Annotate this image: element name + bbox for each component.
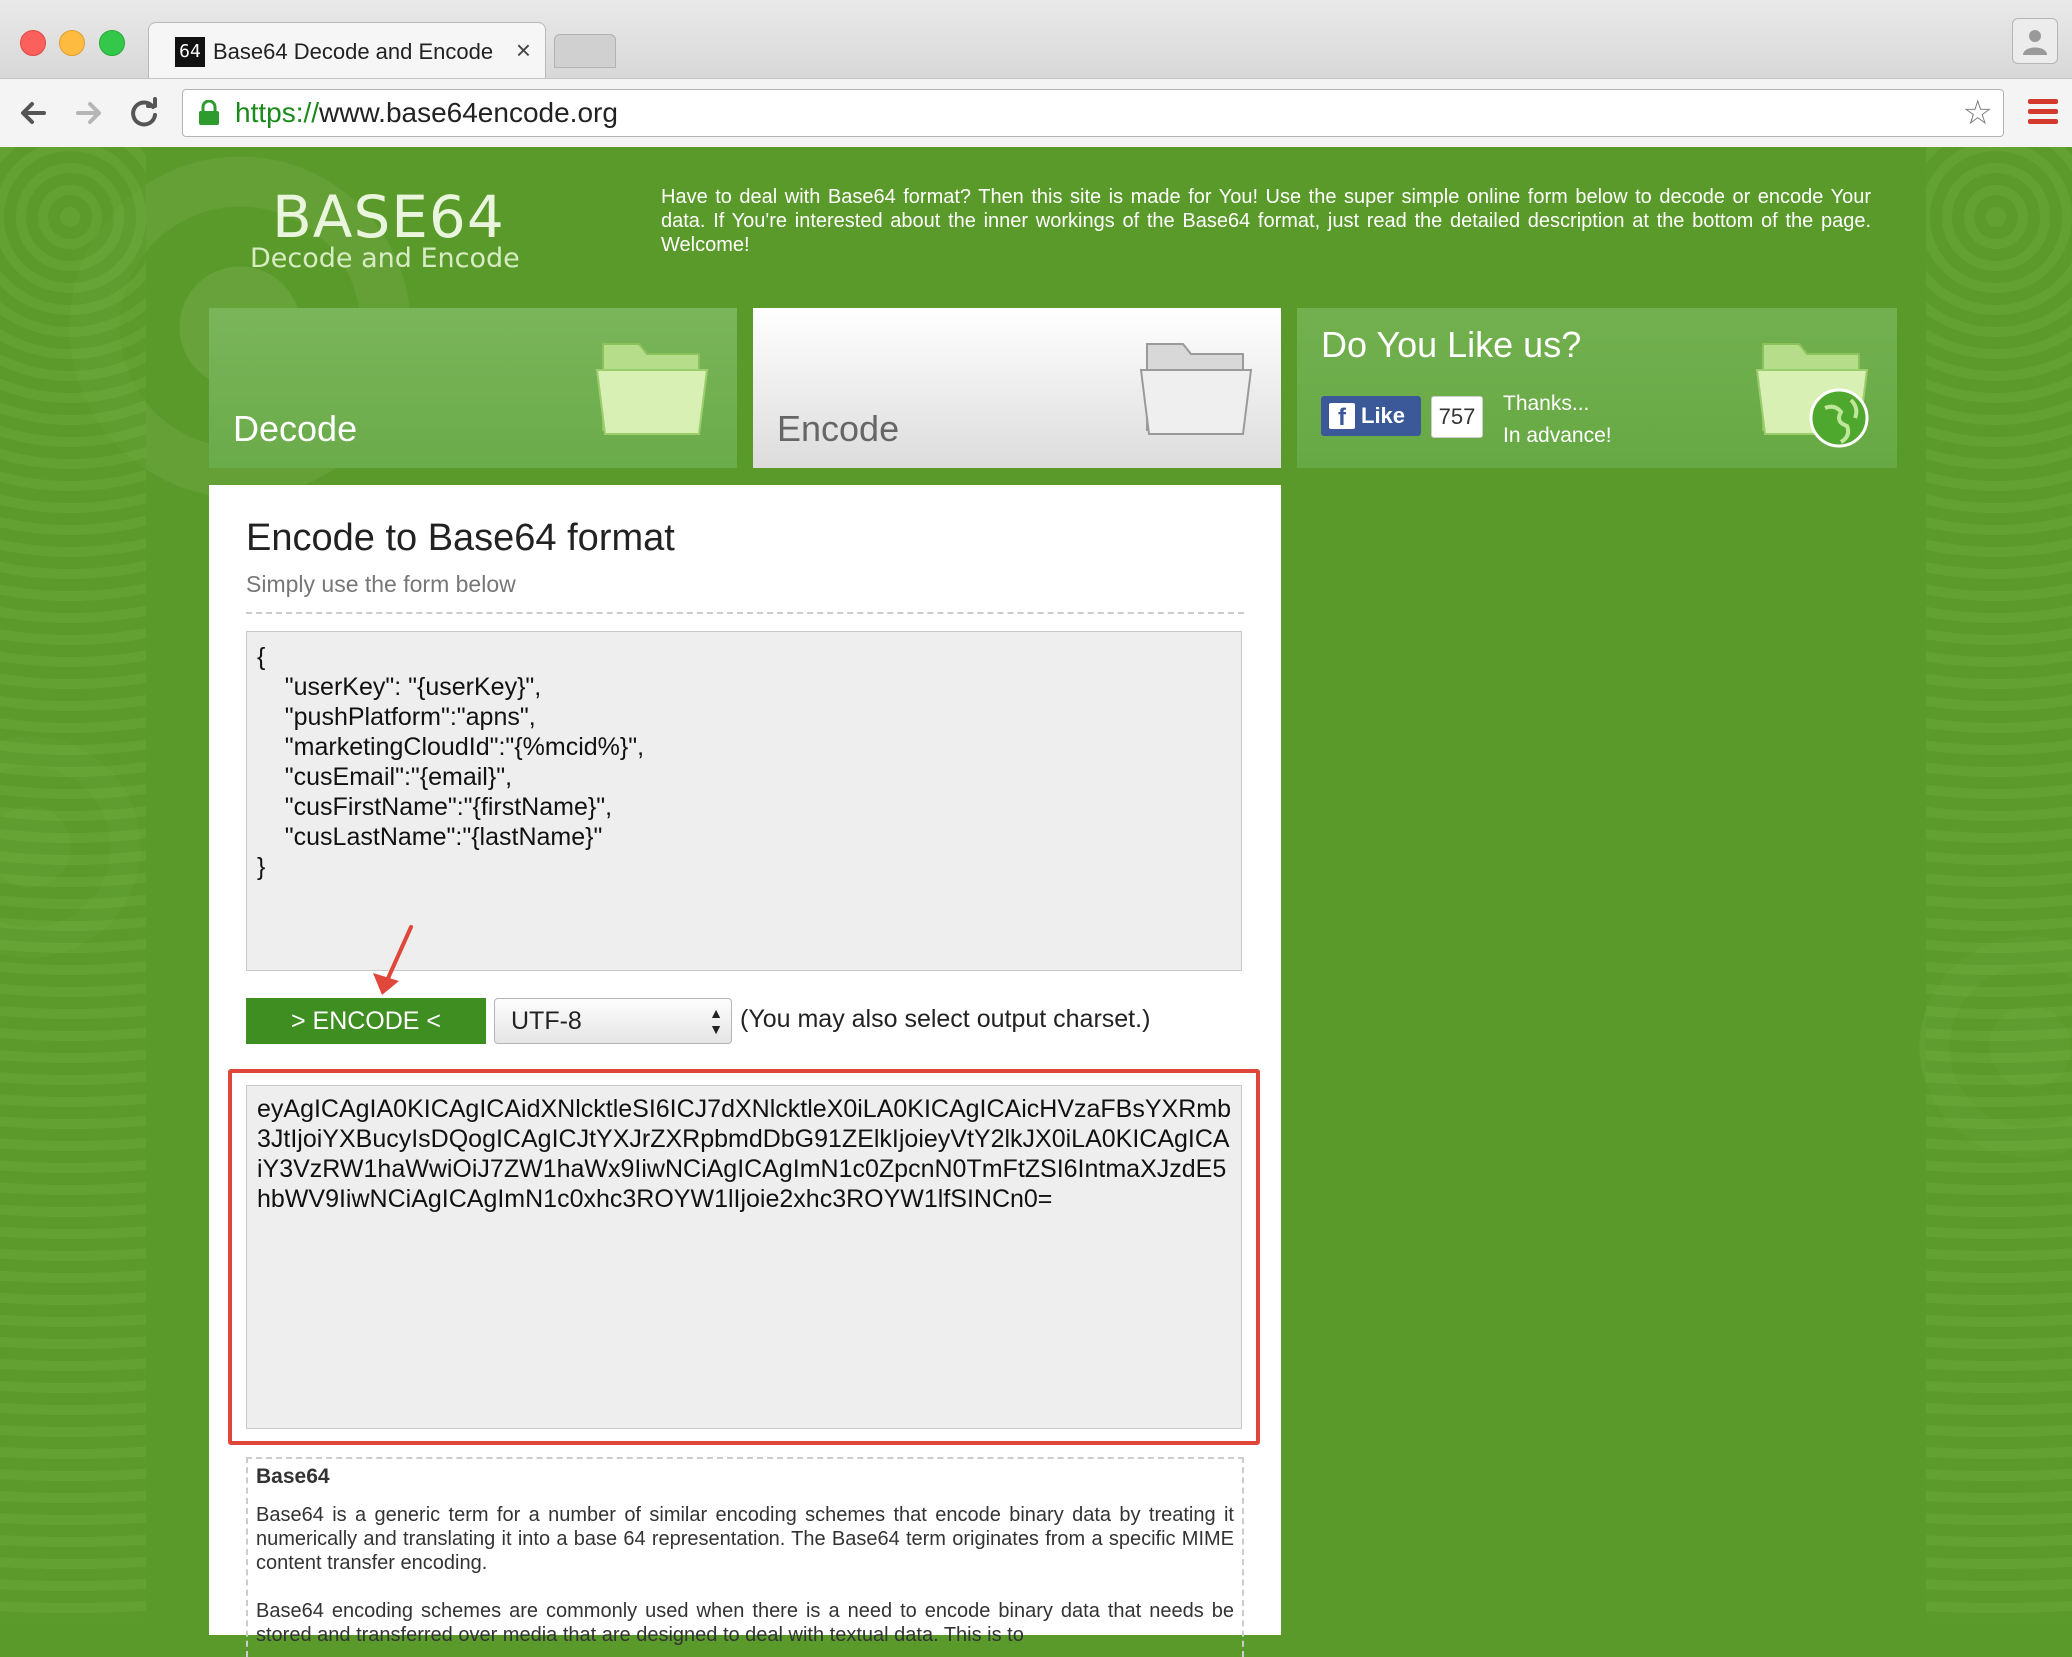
annotation-arrow-icon xyxy=(373,925,413,995)
facebook-like-label: Like xyxy=(1361,403,1406,428)
input-textarea[interactable]: { "userKey": "{userKey}", "pushPlatform"… xyxy=(246,631,1242,971)
output-textarea[interactable]: eyAgICAgIA0KICAgICAidXNlcktleSI6ICJ7dXNl… xyxy=(246,1085,1242,1429)
encode-button[interactable]: > ENCODE < xyxy=(246,998,486,1044)
description-section: Base64 Base64 is a generic term for a nu… xyxy=(246,1457,1244,1657)
page-title: Encode to Base64 format xyxy=(246,517,675,559)
folder-icon xyxy=(595,343,709,435)
url-text: https://www.base64encode.org xyxy=(235,98,618,128)
minimize-window-button[interactable] xyxy=(59,30,85,56)
back-arrow-icon xyxy=(21,102,46,124)
url-host: www.base64encode.org xyxy=(319,97,618,128)
description-paragraph: Base64 encoding schemes are commonly use… xyxy=(256,1600,1234,1646)
address-bar[interactable]: https://www.base64encode.org ☆ xyxy=(182,89,2004,137)
decorative-pattern xyxy=(1926,147,2072,1623)
browser-menu-icon[interactable] xyxy=(2028,99,2058,129)
charset-select[interactable]: UTF-8 ▲ ▼ xyxy=(494,998,732,1044)
folder-globe-icon xyxy=(1755,343,1869,448)
description-paragraph: Base64 is a generic term for a number of… xyxy=(256,1504,1234,1574)
charset-note: (You may also select output charset.) xyxy=(740,1005,1151,1033)
reload-button[interactable] xyxy=(124,93,164,133)
url-scheme: https:// xyxy=(235,97,320,128)
tab-encode[interactable]: Encode xyxy=(753,308,1281,468)
back-button[interactable] xyxy=(14,93,54,133)
tab-title: Base64 Decode and Encode xyxy=(213,39,493,64)
new-tab-button[interactable] xyxy=(554,34,616,68)
browser-toolbar: https://www.base64encode.org ☆ xyxy=(0,78,2072,148)
like-thanks-text: Thanks... In advance! xyxy=(1503,388,1612,452)
site-logo[interactable]: BASE64 xyxy=(272,183,505,251)
reload-icon xyxy=(131,97,157,127)
favicon-icon: 64 xyxy=(175,37,205,67)
forward-arrow-icon xyxy=(76,102,101,124)
site-logo-subtitle: Decode and Encode xyxy=(250,243,520,274)
user-icon xyxy=(2023,30,2047,55)
bookmark-star-icon[interactable]: ☆ xyxy=(1963,94,1993,132)
page-subtitle: Simply use the form below xyxy=(246,571,516,597)
close-window-button[interactable] xyxy=(20,30,46,56)
forward-button[interactable] xyxy=(68,93,108,133)
intro-text: Have to deal with Base64 format? Then th… xyxy=(661,186,1871,256)
select-arrows-icon: ▲ ▼ xyxy=(709,1005,723,1037)
facebook-like-button[interactable]: f Like xyxy=(1321,396,1421,436)
tab-decode[interactable]: Decode xyxy=(209,308,737,468)
like-us-panel: Do You Like us? f Like 757 Thanks... In a… xyxy=(1297,308,1897,468)
thanks-line: Thanks... xyxy=(1503,392,1590,415)
charset-selected-value: UTF-8 xyxy=(511,1007,582,1035)
lock-icon xyxy=(199,100,219,125)
tab-close-icon[interactable]: × xyxy=(516,35,531,65)
browser-tab[interactable]: 64 Base64 Decode and Encode × xyxy=(148,22,546,79)
in-advance-line: In advance! xyxy=(1503,424,1612,447)
facebook-like-count: 757 xyxy=(1431,396,1483,438)
facebook-icon: f xyxy=(1329,403,1355,431)
browser-tab-bar: 64 Base64 Decode and Encode × xyxy=(0,0,2072,79)
profile-button[interactable] xyxy=(2012,18,2058,64)
maximize-window-button[interactable] xyxy=(99,30,125,56)
folder-icon xyxy=(1139,343,1253,435)
page-content: BASE64 Decode and Encode Have to deal wi… xyxy=(0,147,2072,1657)
tab-encode-label: Encode xyxy=(777,408,900,449)
description-title: Base64 xyxy=(256,1465,330,1488)
decorative-pattern xyxy=(0,147,146,1623)
divider xyxy=(246,612,1244,614)
encode-panel: Encode to Base64 format Simply use the f… xyxy=(209,485,1281,1657)
like-us-title: Do You Like us? xyxy=(1321,324,1582,365)
tab-decode-label: Decode xyxy=(233,408,358,449)
